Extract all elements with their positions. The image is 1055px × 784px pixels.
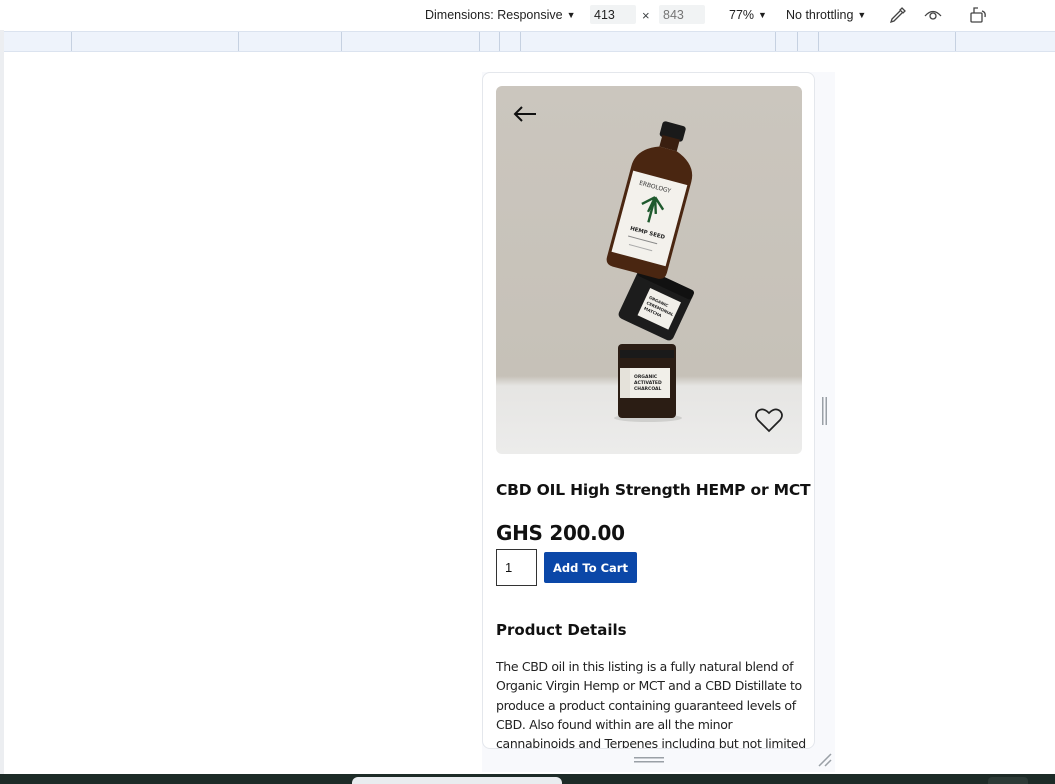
add-to-cart-button[interactable]: Add To Cart — [544, 552, 637, 583]
resize-handle-bottom[interactable] — [634, 756, 664, 764]
ruler-tick — [341, 32, 342, 51]
ruler-tick — [955, 32, 956, 51]
media-query-ruler[interactable] — [4, 31, 1055, 52]
dimensions-label: Dimensions: Responsive — [425, 8, 563, 22]
ruler-tick — [818, 32, 819, 51]
device-viewport: ORGANIC ACTIVATED CHARCOAL ORGANIC CEREM… — [482, 72, 815, 749]
ruler-tick — [71, 32, 72, 51]
product-details-text: The CBD oil in this listing is a fully n… — [496, 659, 806, 749]
eyedropper-icon[interactable] — [888, 5, 908, 25]
ruler-tick — [238, 32, 239, 51]
resize-handle-corner[interactable] — [817, 752, 833, 768]
caret-down-icon: ▼ — [857, 10, 867, 20]
ruler-tick — [499, 32, 500, 51]
svg-text:CHARCOAL: CHARCOAL — [634, 386, 662, 392]
back-arrow-icon[interactable] — [510, 102, 540, 126]
product-title: CBD OIL High Strength HEMP or MCT — [496, 481, 811, 499]
zoom-label: 77% — [729, 8, 755, 22]
rotate-device-icon[interactable] — [968, 5, 988, 25]
ruler-tick — [479, 32, 480, 51]
product-image: ORGANIC ACTIVATED CHARCOAL ORGANIC CEREM… — [496, 86, 802, 454]
device-toolbar: Dimensions: Responsive ▼ × 77% ▼ No thro… — [0, 0, 1055, 30]
dimensions-dropdown[interactable]: Dimensions: Responsive ▼ — [425, 0, 575, 30]
caret-down-icon: ▼ — [758, 10, 767, 20]
taskbar-pill — [352, 777, 562, 784]
svg-text:ORGANIC: ORGANIC — [634, 374, 658, 380]
devtools-left-edge — [0, 30, 4, 774]
width-input[interactable] — [590, 5, 636, 24]
taskbar — [0, 774, 1055, 784]
product-details-heading: Product Details — [496, 621, 627, 639]
height-input[interactable] — [659, 5, 705, 24]
taskbar-pill — [988, 777, 1028, 784]
svg-text:ACTIVATED: ACTIVATED — [634, 380, 662, 386]
zoom-dropdown[interactable]: 77% ▼ — [729, 0, 767, 30]
product-photo: ORGANIC ACTIVATED CHARCOAL ORGANIC CEREM… — [606, 121, 695, 422]
times-sign: × — [642, 8, 650, 23]
throttling-dropdown[interactable]: No throttling ▼ — [786, 0, 866, 30]
heart-icon[interactable] — [754, 406, 784, 434]
resize-handle-right[interactable] — [821, 397, 828, 425]
ruler-tick — [775, 32, 776, 51]
quantity-input[interactable] — [496, 549, 537, 586]
caret-down-icon: ▼ — [566, 10, 576, 20]
ruler-tick — [797, 32, 798, 51]
eye-icon[interactable] — [923, 5, 943, 25]
throttling-label: No throttling — [786, 8, 854, 22]
ruler-tick — [520, 32, 521, 51]
product-price: GHS 200.00 — [496, 521, 625, 545]
